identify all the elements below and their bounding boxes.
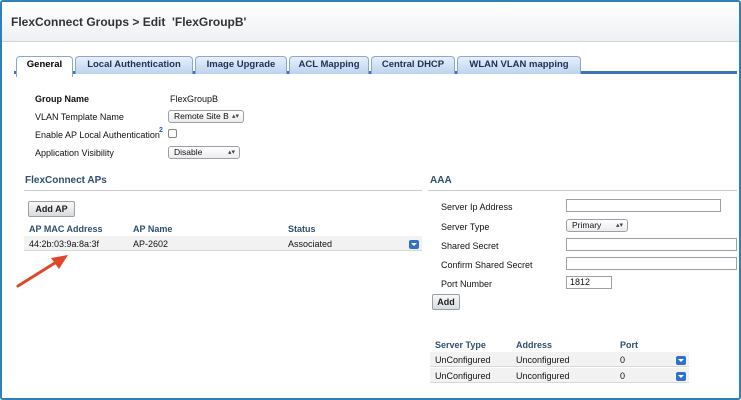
column-header-mac: AP MAC Address bbox=[29, 224, 103, 234]
ap-name-cell: AP-2602 bbox=[133, 239, 169, 249]
server-type-label: Server Type bbox=[441, 222, 490, 232]
server-ip-input[interactable] bbox=[566, 199, 721, 212]
tab-local-authentication[interactable]: Local Authentication bbox=[75, 56, 193, 74]
port-cell: 0 bbox=[620, 355, 626, 365]
add-aaa-button[interactable]: Add bbox=[432, 294, 460, 310]
aaa-title: AAA bbox=[430, 175, 452, 186]
column-header-status: Status bbox=[288, 224, 316, 234]
annotation-arrow-icon bbox=[16, 255, 68, 288]
shared-secret-label: Shared Secret bbox=[441, 241, 499, 251]
tab-acl-mapping[interactable]: ACL Mapping bbox=[289, 56, 369, 74]
address-cell: Unconfigured bbox=[516, 371, 570, 381]
column-header-port: Port bbox=[620, 340, 638, 350]
local-auth-checkbox[interactable] bbox=[168, 129, 177, 138]
group-name-label: Group Name bbox=[35, 94, 90, 104]
column-header-ap-name: AP Name bbox=[133, 224, 173, 234]
port-number-input[interactable]: 1812 bbox=[566, 276, 612, 289]
row-dropdown-icon[interactable] bbox=[676, 372, 686, 381]
page-header: FlexConnect Groups > Edit 'FlexGroupB' bbox=[2, 2, 739, 42]
select-arrows-icon: ▴▾ bbox=[231, 113, 239, 120]
general-tab-content: Group Name FlexGroupB VLAN Template Name… bbox=[14, 77, 737, 398]
server-type-cell: UnConfigured bbox=[435, 371, 491, 381]
app-visibility-selected: Disable bbox=[174, 147, 203, 157]
row-dropdown-icon[interactable] bbox=[676, 356, 686, 365]
port-cell: 0 bbox=[620, 371, 626, 381]
section-divider bbox=[428, 190, 737, 191]
address-cell: Unconfigured bbox=[516, 355, 570, 365]
confirm-secret-input[interactable] bbox=[566, 257, 737, 270]
confirm-secret-label: Confirm Shared Secret bbox=[441, 260, 533, 270]
window-frame: FlexConnect Groups > Edit 'FlexGroupB' G… bbox=[0, 0, 741, 400]
column-header-address: Address bbox=[516, 340, 553, 350]
flexconnect-aps-title: FlexConnect APs bbox=[25, 175, 107, 186]
ap-status-cell: Associated bbox=[288, 239, 333, 249]
section-divider bbox=[24, 190, 422, 191]
app-visibility-select[interactable]: Disable ▴▾ bbox=[168, 146, 240, 159]
vlan-template-label: VLAN Template Name bbox=[35, 112, 124, 122]
select-arrows-icon: ▴▾ bbox=[227, 149, 235, 156]
select-arrows-icon: ▴▾ bbox=[615, 222, 623, 229]
server-ip-label: Server Ip Address bbox=[441, 202, 513, 212]
local-auth-label: Enable AP Local Authentication bbox=[35, 130, 160, 140]
ap-mac-cell: 44:2b:03:9a:8a:3f bbox=[29, 239, 100, 249]
tab-bar: General Local Authentication Image Upgra… bbox=[14, 56, 737, 77]
app-visibility-label: Application Visibility bbox=[35, 148, 114, 158]
tab-image-upgrade[interactable]: Image Upgrade bbox=[195, 56, 287, 74]
port-number-label: Port Number bbox=[441, 279, 493, 289]
local-auth-help-link[interactable]: 2 bbox=[159, 127, 163, 134]
tab-general[interactable]: General bbox=[16, 56, 73, 77]
page-title: FlexConnect Groups > Edit 'FlexGroupB' bbox=[11, 15, 247, 29]
group-name-value: FlexGroupB bbox=[170, 94, 219, 104]
column-header-server-type: Server Type bbox=[435, 340, 486, 350]
vlan-template-select[interactable]: Remote Site B ▴▾ bbox=[168, 110, 244, 123]
tab-central-dhcp[interactable]: Central DHCP bbox=[371, 56, 455, 74]
server-type-selected: Primary bbox=[572, 220, 602, 230]
vlan-template-selected: Remote Site B bbox=[174, 111, 229, 121]
tab-wlan-vlan-mapping[interactable]: WLAN VLAN mapping bbox=[457, 56, 581, 74]
shared-secret-input[interactable] bbox=[566, 238, 737, 251]
server-type-cell: UnConfigured bbox=[435, 355, 491, 365]
add-ap-button[interactable]: Add AP bbox=[28, 201, 75, 217]
row-dropdown-icon[interactable] bbox=[409, 240, 419, 249]
server-type-select[interactable]: Primary ▴▾ bbox=[566, 219, 628, 232]
